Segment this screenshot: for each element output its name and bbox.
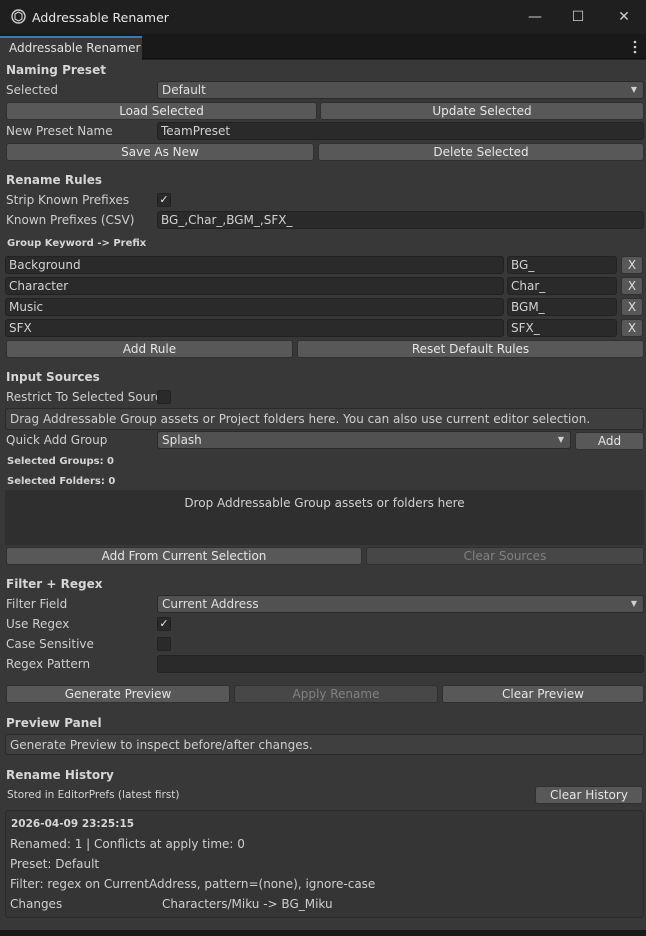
- unity-logo-icon: [11, 9, 26, 24]
- rename-history-header: Rename History: [6, 768, 114, 782]
- add-rule-button[interactable]: Add Rule: [6, 340, 293, 358]
- add-from-current-selection-button[interactable]: Add From Current Selection: [6, 547, 362, 565]
- remove-rule-button[interactable]: X: [621, 277, 643, 295]
- drop-zone[interactable]: Drop Addressable Group assets or folders…: [5, 490, 644, 545]
- chevron-down-icon: ▼: [630, 85, 637, 94]
- clear-sources-button[interactable]: Clear Sources: [366, 547, 644, 565]
- known-prefixes-field[interactable]: BG_,Char_,BGM_,SFX_: [157, 211, 644, 229]
- window-bottom-edge: [0, 930, 646, 936]
- filter-field-value: Current Address: [162, 597, 259, 611]
- rule-keyword-field[interactable]: SFX: [5, 319, 504, 337]
- preset-dropdown-value: Default: [162, 83, 206, 97]
- chevron-down-icon: ▼: [630, 599, 637, 608]
- preview-panel-header: Preview Panel: [6, 716, 102, 730]
- quick-add-group-dropdown[interactable]: Splash ▼: [157, 431, 571, 449]
- generate-preview-button[interactable]: Generate Preview: [6, 685, 230, 703]
- clear-history-button[interactable]: Clear History: [535, 786, 643, 804]
- update-selected-button[interactable]: Update Selected: [320, 102, 644, 120]
- window-title: Addressable Renamer: [32, 10, 169, 25]
- remove-rule-button[interactable]: X: [621, 298, 643, 316]
- minimize-button[interactable]: —: [520, 6, 550, 28]
- preview-panel-help: Generate Preview to inspect before/after…: [5, 734, 644, 755]
- new-preset-name-field[interactable]: TeamPreset: [157, 122, 644, 140]
- delete-selected-button[interactable]: Delete Selected: [318, 143, 644, 161]
- remove-rule-button[interactable]: X: [621, 256, 643, 274]
- history-renamed: Renamed: 1 | Conflicts at apply time: 0: [10, 837, 245, 851]
- maximize-button[interactable]: ☐: [563, 6, 593, 28]
- history-timestamp: 2026-04-09 23:25:15: [11, 818, 135, 830]
- rule-prefix-field[interactable]: BGM_: [507, 298, 617, 316]
- filter-regex-header: Filter + Regex: [6, 577, 103, 591]
- rule-keyword-field[interactable]: Music: [5, 298, 504, 316]
- restrict-sources-label: Restrict To Selected Sourc: [6, 390, 158, 404]
- quick-add-group-label: Quick Add Group: [6, 433, 108, 447]
- case-sensitive-label: Case Sensitive: [6, 637, 94, 651]
- history-changes-label: Changes: [10, 897, 63, 911]
- chevron-down-icon: ▼: [557, 435, 564, 444]
- reset-default-rules-button[interactable]: Reset Default Rules: [297, 340, 644, 358]
- remove-rule-button[interactable]: X: [621, 319, 643, 337]
- filter-field-dropdown[interactable]: Current Address ▼: [157, 595, 644, 613]
- rule-prefix-field[interactable]: BG_: [507, 256, 617, 274]
- rename-rules-header: Rename Rules: [6, 173, 103, 187]
- history-changes-value: Characters/Miku -> BG_Miku: [162, 897, 333, 911]
- use-regex-checkbox[interactable]: ✓: [157, 617, 171, 631]
- strip-known-prefixes-label: Strip Known Prefixes: [6, 193, 130, 207]
- add-group-button[interactable]: Add: [575, 432, 644, 450]
- quick-add-group-value: Splash: [162, 433, 202, 447]
- title-bar: Addressable Renamer — ☐ ✕: [0, 0, 646, 34]
- history-filter: Filter: regex on CurrentAddress, pattern…: [10, 877, 376, 891]
- clear-preview-button[interactable]: Clear Preview: [442, 685, 644, 703]
- history-preset: Preset: Default: [10, 857, 100, 871]
- restrict-sources-checkbox[interactable]: [157, 390, 171, 404]
- regex-pattern-label: Regex Pattern: [6, 657, 91, 671]
- use-regex-label: Use Regex: [6, 617, 70, 631]
- preset-dropdown[interactable]: Default ▼: [157, 81, 644, 99]
- selected-folders-count: Selected Folders: 0: [7, 476, 116, 487]
- group-keyword-prefix-header: Group Keyword -> Prefix: [7, 238, 147, 249]
- rule-keyword-field[interactable]: Background: [5, 256, 504, 274]
- history-storage-note: Stored in EditorPrefs (latest first): [7, 789, 180, 801]
- case-sensitive-checkbox[interactable]: [157, 637, 171, 651]
- rule-prefix-field[interactable]: SFX_: [507, 319, 617, 337]
- filter-field-label: Filter Field: [6, 597, 68, 611]
- input-sources-help: Drag Addressable Group assets or Project…: [5, 408, 644, 430]
- rule-prefix-field[interactable]: Char_: [507, 277, 617, 295]
- selected-label: Selected: [6, 83, 59, 97]
- drop-zone-text: Drop Addressable Group assets or folders…: [184, 496, 465, 510]
- input-sources-header: Input Sources: [6, 370, 100, 384]
- naming-preset-header: Naming Preset: [6, 63, 106, 77]
- new-preset-name-label: New Preset Name: [6, 124, 113, 138]
- history-entry: 2026-04-09 23:25:15 Renamed: 1 | Conflic…: [5, 810, 644, 918]
- apply-rename-button[interactable]: Apply Rename: [234, 685, 438, 703]
- kebab-menu-icon[interactable]: [628, 38, 642, 56]
- close-button[interactable]: ✕: [609, 6, 639, 28]
- load-selected-button[interactable]: Load Selected: [6, 102, 317, 120]
- known-prefixes-label: Known Prefixes (CSV): [6, 213, 135, 227]
- save-as-new-button[interactable]: Save As New: [6, 143, 314, 161]
- selected-groups-count: Selected Groups: 0: [7, 456, 115, 467]
- rule-keyword-field[interactable]: Character: [5, 277, 504, 295]
- regex-pattern-field[interactable]: [157, 655, 644, 673]
- tab-addressable-renamer[interactable]: Addressable Renamer: [0, 36, 142, 60]
- strip-known-prefixes-checkbox[interactable]: ✓: [157, 193, 171, 207]
